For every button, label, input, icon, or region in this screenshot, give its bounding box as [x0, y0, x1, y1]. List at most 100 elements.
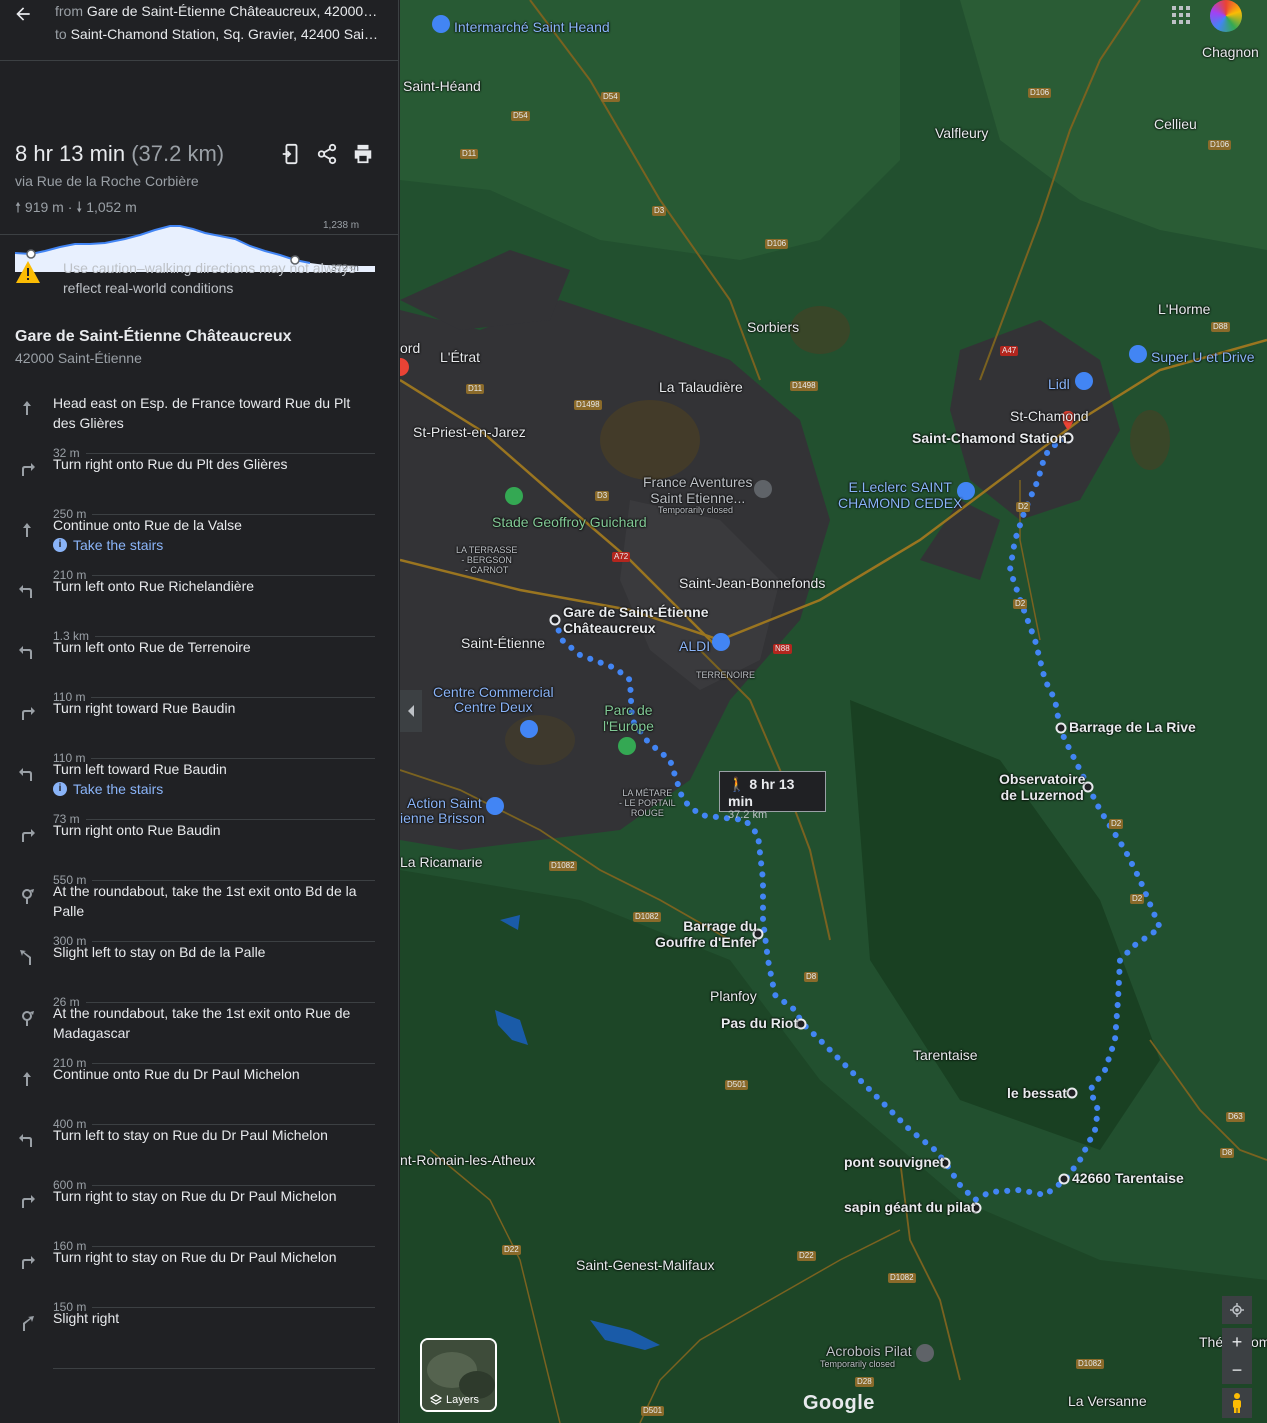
waypoint-barrage-gouffre[interactable]: Barrage du Gouffre d'Enfer [655, 918, 757, 950]
poi-leclerc[interactable]: E.Leclerc SAINT CHAMOND CEDEX [838, 479, 962, 511]
duration-value: 8 hr 13 min [15, 141, 126, 166]
direction-step[interactable]: At the roundabout, take the 1st exit ont… [22, 1003, 375, 1070]
direction-step[interactable]: Continue onto Rue du Dr Paul Michelon 400… [23, 1064, 375, 1131]
waypoint-sapin-geant[interactable]: sapin géant du pilat [844, 1199, 975, 1215]
turn-straight-icon [23, 401, 31, 415]
direction-step[interactable]: Turn left onto Rue de Terrenoire 110 m [19, 637, 375, 704]
road-shield: D3 [595, 491, 610, 501]
place-la-talaudiere: La Talaudière [659, 379, 743, 395]
direction-step[interactable]: Turn right onto Rue du Plt des Glières 25… [22, 454, 375, 521]
road-shield: D501 [725, 1080, 749, 1090]
print-button[interactable] [350, 141, 376, 167]
waypoint-42660-tarentaise[interactable]: 42660 Tarentaise [1072, 1170, 1184, 1186]
direction-step[interactable]: Turn left onto Rue Richelandière 1.3 km [19, 576, 375, 643]
poi-intermarche[interactable]: Intermarché Saint Heand [454, 19, 610, 35]
waypoint-pas-riot[interactable]: Pas du Riot [721, 1015, 798, 1031]
poi-centre-commercial[interactable]: Centre Commercial Centre Deux [433, 685, 554, 715]
collapse-panel-button[interactable] [400, 690, 422, 732]
direction-step[interactable]: At the roundabout, take the 1st exit ont… [22, 881, 375, 948]
step-instruction: Slight right [53, 1310, 120, 1326]
road-shield: D54 [601, 92, 620, 102]
waypoint-pont-souvignet[interactable]: pont souvignet [844, 1154, 944, 1170]
step-instruction: Turn left onto Rue Richelandière [53, 578, 255, 594]
place-la-versanne: La Versanne [1068, 1393, 1147, 1409]
road-shield: D8 [804, 972, 819, 982]
descent-arrow-icon: 🠗 [76, 199, 83, 215]
waypoint-le-bessat[interactable]: le bessat [1007, 1085, 1067, 1101]
poi-france-aventures[interactable]: France Aventures Saint Etienne... [643, 474, 752, 506]
poi-france-aventures-status: Temporarily closed [658, 505, 734, 515]
trip-duration: 8 hr 13 min (37.2 km) [15, 141, 224, 167]
road-shield: D1498 [574, 400, 602, 410]
share-button[interactable] [314, 141, 340, 167]
poi-lidl[interactable]: Lidl [1048, 376, 1070, 392]
step-note[interactable]: i Take the stairs [53, 535, 375, 555]
waypoint-start-label[interactable]: Gare de Saint-Étienne Châteaucreux [563, 604, 708, 636]
road-shield: A47 [1000, 346, 1019, 356]
waypoint-end-label[interactable]: Saint-Chamond Station [912, 430, 1067, 446]
my-location-button[interactable] [1222, 1296, 1252, 1324]
direction-step[interactable]: Turn left toward Rue Baudin i Take the sta… [19, 759, 375, 826]
place-lhorme: L'Horme [1158, 301, 1211, 317]
waypoint-barrage-rive[interactable]: Barrage de La Rive [1069, 719, 1196, 735]
account-avatar[interactable] [1210, 0, 1242, 32]
direction-step[interactable]: Turn right onto Rue Baudin 550 m [22, 820, 375, 887]
direction-step[interactable]: Slight right [23, 1308, 375, 1369]
direction-step[interactable]: Turn right to stay on Rue du Dr Paul Mic… [22, 1186, 375, 1253]
road-shield: D22 [797, 1251, 816, 1261]
pegman-icon [1233, 1393, 1241, 1413]
map-canvas[interactable]: Chagnon Saint-Héand Valfleury Cellieu So… [400, 0, 1267, 1423]
step-note-text: Take the stairs [73, 781, 164, 797]
place-st-chamond: St-Chamond [1010, 408, 1089, 424]
route-time-callout[interactable]: 🚶 8 hr 13 min 37.2 km [719, 771, 826, 821]
district-la-metare: LA MÉTARE - LE PORTAIL ROUGE [619, 788, 676, 818]
direction-step[interactable]: Slight left to stay on Bd de la Palle 26 … [20, 942, 375, 1009]
poi-stade-geoffroy-guichard[interactable]: Stade Geoffroy Guichard [492, 514, 647, 530]
place-saint-heand: Saint-Héand [403, 78, 481, 94]
apps-grid-icon [1172, 6, 1190, 24]
descent-value: 1,052 m [86, 199, 137, 215]
poi-super-u[interactable]: Super U et Drive [1151, 349, 1254, 365]
poi-acrobois[interactable]: Acrobois Pilat [826, 1343, 912, 1359]
distance-value: (37.2 km) [131, 141, 225, 166]
step-instruction: Slight left to stay on Bd de la Palle [53, 944, 266, 960]
origin-field[interactable]: from Gare de Saint-Étienne Châteaucreux,… [55, 3, 380, 19]
poi-action[interactable]: Action Saint [407, 795, 482, 811]
layers-button[interactable]: Layers [420, 1338, 497, 1412]
directions-list: Head east on Esp. de France toward Rue d… [0, 393, 398, 1369]
poi-aldi[interactable]: ALDI [679, 638, 710, 654]
step-note[interactable]: i Take the stairs [53, 779, 375, 799]
road-shield: D63 [1226, 1112, 1245, 1122]
send-to-phone-button[interactable] [278, 141, 304, 167]
to-prefix: to [55, 26, 67, 42]
direction-step[interactable]: Continue onto Rue de la Valse i Take the s… [23, 515, 375, 582]
direction-step[interactable]: Turn right toward Rue Baudin 110 m [22, 698, 375, 765]
road-shield: D1082 [549, 861, 577, 871]
walking-icon: 🚶 [728, 776, 746, 792]
waypoint-observatoire[interactable]: Observatoire de Luzernod [999, 771, 1085, 803]
poi-action-cut[interactable]: ienne Brisson [400, 810, 485, 826]
turn-right-icon [22, 463, 35, 476]
origin-subtitle: 42000 Saint-Étienne [15, 350, 142, 366]
direction-step[interactable]: Head east on Esp. de France toward Rue d… [23, 393, 375, 460]
step-instruction: Continue onto Rue de la Valse [53, 517, 242, 533]
road-shield: D501 [641, 1406, 665, 1416]
apps-grid-button[interactable] [1170, 4, 1192, 26]
turn-right-icon [22, 829, 35, 842]
zoom-in-button[interactable]: + [1222, 1328, 1252, 1356]
road-shield: D54 [511, 111, 530, 121]
street-view-pegman[interactable] [1222, 1388, 1252, 1418]
direction-step[interactable]: Turn left to stay on Rue du Dr Paul Mich… [19, 1125, 375, 1192]
place-cellieu: Cellieu [1154, 116, 1197, 132]
warning-icon [15, 260, 41, 289]
direction-step[interactable]: Turn right to stay on Rue du Dr Paul Mic… [22, 1247, 375, 1314]
place-planfoy: Planfoy [710, 988, 757, 1004]
turn-right-icon [22, 707, 35, 720]
zoom-out-button[interactable]: − [1222, 1356, 1252, 1384]
minus-icon: − [1231, 1359, 1243, 1380]
back-button[interactable] [8, 0, 38, 28]
place-valfleury: Valfleury [935, 125, 989, 141]
poi-parc-europe[interactable]: Parc de l'Europe [603, 702, 654, 734]
elevation-start-marker [26, 249, 36, 259]
destination-field[interactable]: to Saint-Chamond Station, Sq. Gravier, 4… [55, 26, 380, 42]
